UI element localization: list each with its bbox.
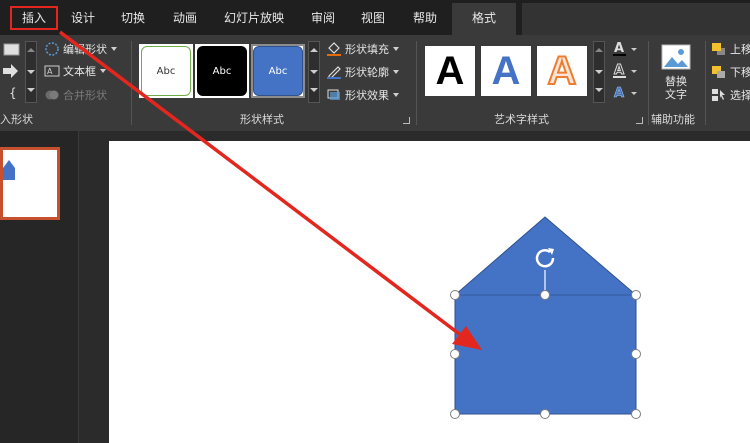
scroll-up-icon[interactable] [27,48,35,52]
shape-style-black[interactable]: Abc [197,46,247,96]
svg-text:A: A [47,67,53,76]
group-divider [648,41,649,125]
group-divider [416,41,417,125]
send-backward-icon [712,66,725,78]
scroll-up-icon[interactable] [310,48,318,52]
ribbon-tab-bar: 插入 设计 切换 动画 幻灯片放映 审阅 视图 帮助 格式 [0,0,750,35]
dialog-launcher-icon[interactable] [403,117,410,124]
tab-view[interactable]: 视图 [356,6,390,30]
wordart-style-orange-outline[interactable]: A [537,46,587,96]
pen-outline-icon [327,66,341,79]
wordart-styles-group-label: 艺术字样式 [494,113,549,126]
wordart-style-blue[interactable]: A [481,46,531,96]
svg-text:A: A [614,41,624,56]
tab-insert[interactable]: 插入 [10,6,58,30]
insert-shapes-gallery[interactable]: { [0,41,24,105]
edit-shape-button[interactable]: 编辑形状 [44,39,117,59]
tab-design[interactable]: 设计 [66,6,100,30]
text-outline-button[interactable]: A [612,61,642,81]
scroll-down-icon[interactable] [310,70,318,74]
wordart-style-black[interactable]: A [425,46,475,96]
selection-pane-icon [712,89,725,101]
wordart-scrollbar[interactable] [593,41,605,103]
shape-style-blue-selected[interactable]: Abc [253,46,303,96]
shape-style-outline-green[interactable]: Abc [141,46,191,96]
expand-gallery-icon[interactable] [310,88,318,92]
shape-effects-icon [327,89,340,100]
text-fill-button[interactable]: A [612,39,642,59]
chevron-down-icon [393,47,399,51]
svg-text:A: A [614,63,624,78]
text-fill-icon: A [613,41,637,56]
slide-canvas[interactable] [109,141,750,443]
group-divider [131,41,132,125]
dialog-launcher-icon[interactable] [636,117,643,124]
tab-help[interactable]: 帮助 [408,6,442,30]
svg-text:A: A [614,86,624,101]
shape-styles-scrollbar[interactable] [308,41,320,103]
tab-format[interactable]: 格式 [452,3,516,35]
edit-shape-icon [45,42,59,56]
shape-effects-button[interactable]: 形状效果 [326,85,399,105]
bring-forward-icon [712,43,725,55]
merge-shapes-button[interactable]: 合并形状 [44,85,107,105]
thumbnail-shape-preview [3,160,15,180]
tab-review[interactable]: 审阅 [306,6,340,30]
group-divider [705,41,706,125]
slide-thumbnail-1[interactable] [0,147,60,220]
shape-gallery-icons: { [3,43,20,100]
scroll-up-icon[interactable] [595,48,603,52]
expand-gallery-icon[interactable] [27,88,35,92]
tab-transitions[interactable]: 切换 [116,6,150,30]
shape-fill-button[interactable]: 形状填充 [326,39,399,59]
tab-animations[interactable]: 动画 [168,6,202,30]
text-effects-icon: A [614,86,637,101]
chevron-down-icon [100,69,106,73]
paint-bucket-icon [327,42,341,56]
scroll-down-icon[interactable] [27,70,35,74]
svg-text:{: { [9,86,17,100]
merge-shapes-icon [45,90,59,100]
insert-shapes-group-label: 入形状 [0,113,33,126]
scroll-down-icon[interactable] [595,70,603,74]
alt-text-icon [661,44,691,70]
tab-slideshow[interactable]: 幻灯片放映 [220,6,288,30]
ribbon: { 编辑形状 A 文本框 合并形状 入形状 Abc Abc Abc 形状填充 形… [0,35,750,131]
selection-pane-button[interactable]: 选择 [711,85,750,105]
shape-outline-button[interactable]: 形状轮廓 [326,62,399,82]
shape-styles-group-label: 形状样式 [240,113,284,126]
accessibility-group-label: 辅助功能 [651,113,695,126]
chevron-down-icon [393,70,399,74]
bring-forward-button[interactable]: 上移 [711,39,750,59]
send-backward-button[interactable]: 下移 [711,62,750,82]
text-outline-icon: A [613,63,637,79]
text-effects-button[interactable]: A [612,83,642,103]
tab-bar-filler [522,3,750,35]
chevron-down-icon [393,93,399,97]
expand-gallery-icon[interactable] [595,88,603,92]
chevron-down-icon [111,47,117,51]
text-box-icon: A [44,65,60,77]
shapes-gallery-scrollbar[interactable] [25,41,37,103]
text-box-button[interactable]: A 文本框 [44,61,106,81]
alt-text-button[interactable]: 替换 文字 [654,39,698,107]
